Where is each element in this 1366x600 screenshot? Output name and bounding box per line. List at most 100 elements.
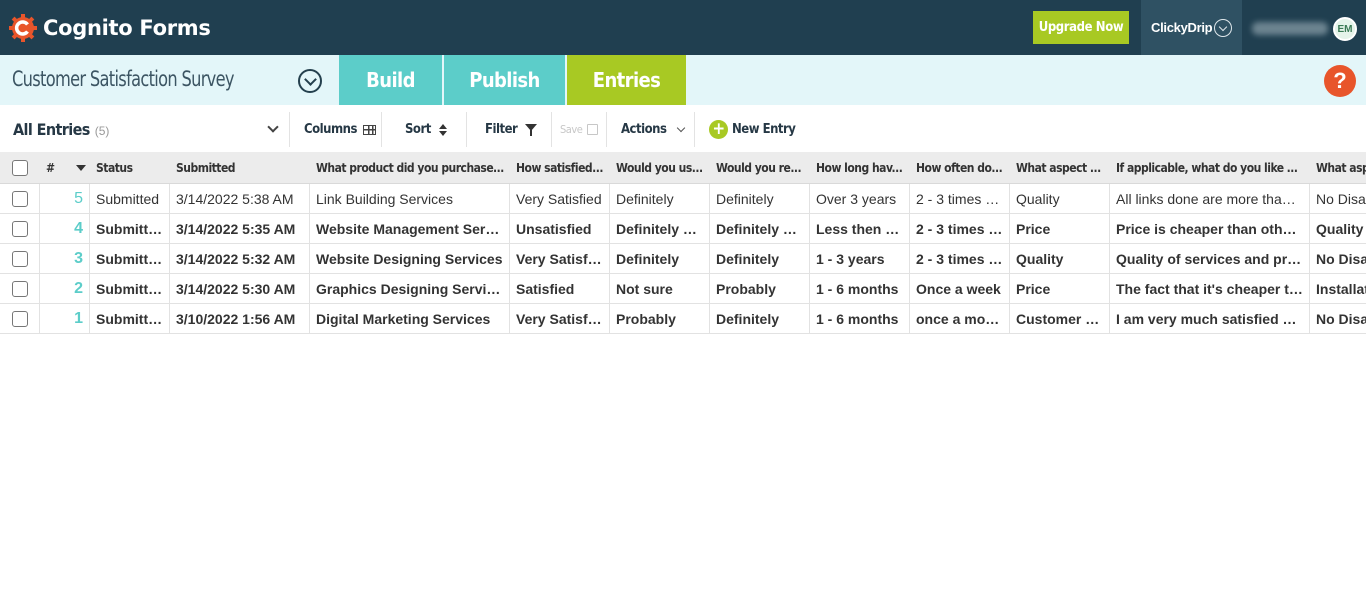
entry-cell-text: Definitely <box>716 190 774 207</box>
entry-cell: Over 3 years <box>810 184 910 213</box>
header-column[interactable]: What aspect ... <box>1010 152 1110 183</box>
columns-button[interactable]: Columns <box>304 112 376 147</box>
columns-label: Columns <box>304 122 357 137</box>
entry-cell: No Disap <box>1310 184 1366 213</box>
header-column[interactable]: If applicable, what do you like ab... <box>1110 152 1310 183</box>
entry-cell-text: Not sure <box>616 280 673 297</box>
entry-cell: All links done are more than w... <box>1110 184 1310 213</box>
entry-cell: Satisfied <box>510 274 610 303</box>
header-submitted[interactable]: Submitted <box>170 152 310 183</box>
entry-cell: Once a week <box>910 274 1010 303</box>
sort-icon <box>438 123 447 136</box>
user-avatar[interactable]: EM <box>1333 17 1357 41</box>
table-row[interactable]: 4 Submitted 3/14/2022 5:35 AM Website Ma… <box>0 214 1366 244</box>
sort-button[interactable]: Sort <box>405 112 447 147</box>
sort-desc-icon[interactable] <box>76 152 90 183</box>
chevron-down-icon <box>1214 19 1232 37</box>
header-column[interactable]: How long hav... <box>810 152 910 183</box>
new-entry-button[interactable]: + New Entry <box>709 112 796 147</box>
table-row[interactable]: 1 Submitted 3/10/2022 1:56 AM Digital Ma… <box>0 304 1366 334</box>
entry-number[interactable]: 4 <box>40 214 90 243</box>
entry-cell-text: Price is cheaper than others... <box>1116 220 1303 237</box>
entry-cell-text: Installat <box>1316 280 1366 297</box>
form-selector-chevron-icon[interactable] <box>298 69 322 93</box>
entry-cell-text: Very Satisfied <box>516 190 602 207</box>
header-column[interactable]: How satisfied... <box>510 152 610 183</box>
entry-cell-text: The fact that it's cheaper th... <box>1116 280 1303 297</box>
app-logo[interactable]: Cognito Forms <box>9 13 211 43</box>
toolbar-divider <box>381 112 382 147</box>
tab-build[interactable]: Build <box>339 55 442 105</box>
header-column-label: How long hav... <box>816 160 903 175</box>
entry-cell-text: No Disap <box>1316 310 1366 327</box>
save-button[interactable]: Save <box>560 112 599 147</box>
header-column[interactable]: Would you us... <box>610 152 710 183</box>
header-column[interactable]: How often do... <box>910 152 1010 183</box>
organization-switcher[interactable]: ClickyDrip <box>1141 0 1242 55</box>
header-column[interactable]: Would you re... <box>710 152 810 183</box>
tab-entries[interactable]: Entries <box>567 55 686 105</box>
entry-cell: No Disap <box>1310 304 1366 333</box>
entry-cell-text: Very Satisfied <box>516 250 603 267</box>
header-column-label: What aspe <box>1316 160 1366 175</box>
add-circle-icon: + <box>709 120 728 139</box>
header-status[interactable]: Status <box>90 152 170 183</box>
filter-icon <box>525 123 538 136</box>
entry-cell: Quality of services and prod... <box>1110 244 1310 273</box>
table-row[interactable]: 3 Submitted 3/14/2022 5:32 AM Website De… <box>0 244 1366 274</box>
user-name-redacted[interactable] <box>1252 22 1328 35</box>
entry-submitted-text: 3/10/2022 1:56 AM <box>176 310 296 327</box>
entry-cell-text: Definitely not <box>716 220 803 237</box>
entry-cell-text: Unsatisfied <box>516 220 592 237</box>
header-column[interactable]: What aspe <box>1310 152 1366 183</box>
row-checkbox[interactable] <box>12 250 28 267</box>
header-submitted-label: Submitted <box>176 160 236 175</box>
entry-cell: Definitely <box>610 244 710 273</box>
entry-cell: 2 - 3 times a... <box>910 244 1010 273</box>
help-icon[interactable]: ? <box>1324 65 1356 97</box>
row-checkbox[interactable] <box>12 220 28 237</box>
entry-submitted-text: 3/14/2022 5:38 AM <box>176 190 294 207</box>
table-row[interactable]: 2 Submitted 3/14/2022 5:30 AM Graphics D… <box>0 274 1366 304</box>
row-select-cell <box>0 244 40 273</box>
entry-cell: Less then a... <box>810 214 910 243</box>
entry-number[interactable]: 5 <box>40 184 90 213</box>
entry-cell: Probably <box>610 304 710 333</box>
view-selector[interactable]: All Entries (5) <box>0 112 290 147</box>
entry-cell: The fact that it's cheaper th... <box>1110 274 1310 303</box>
cognito-logo-icon <box>9 14 37 42</box>
entry-cell: I am very much satisfied wit... <box>1110 304 1310 333</box>
entry-status: Submitted <box>90 184 170 213</box>
actions-button[interactable]: Actions <box>621 112 686 147</box>
columns-grid-icon <box>362 124 376 135</box>
entry-cell: Definitely not <box>610 214 710 243</box>
row-checkbox[interactable] <box>12 310 28 327</box>
upgrade-now-button[interactable]: Upgrade Now <box>1033 11 1129 44</box>
entry-cell: Unsatisfied <box>510 214 610 243</box>
row-select-cell <box>0 274 40 303</box>
row-checkbox[interactable] <box>12 280 28 297</box>
entry-cell: Website Management Servi... <box>310 214 510 243</box>
header-column-label: How satisfied... <box>516 160 603 175</box>
entry-number[interactable]: 2 <box>40 274 90 303</box>
entry-cell-text: once a month <box>916 310 1003 327</box>
form-title: Customer Satisfaction Survey <box>12 67 235 91</box>
entry-number[interactable]: 3 <box>40 244 90 273</box>
header-column-label: Would you re... <box>716 160 802 175</box>
table-row[interactable]: 5 Submitted 3/14/2022 5:38 AM Link Build… <box>0 184 1366 214</box>
entry-status: Submitted <box>90 274 170 303</box>
row-checkbox[interactable] <box>12 190 28 207</box>
entry-cell-text: Definitely <box>716 310 780 327</box>
row-select-cell <box>0 184 40 213</box>
entry-cell-text: Very Satisfied <box>516 310 603 327</box>
header-column[interactable]: What product did you purchase o... <box>310 152 510 183</box>
entry-cell: Definitely <box>610 184 710 213</box>
entry-cell-text: 2 - 3 times a... <box>916 250 1003 267</box>
entry-cell: Very Satisfied <box>510 244 610 273</box>
select-all-checkbox[interactable] <box>12 159 28 176</box>
entry-number[interactable]: 1 <box>40 304 90 333</box>
select-all-cell <box>0 152 40 183</box>
tab-publish[interactable]: Publish <box>444 55 565 105</box>
filter-button[interactable]: Filter <box>485 112 538 147</box>
header-column-label: What product did you purchase o... <box>316 160 504 175</box>
